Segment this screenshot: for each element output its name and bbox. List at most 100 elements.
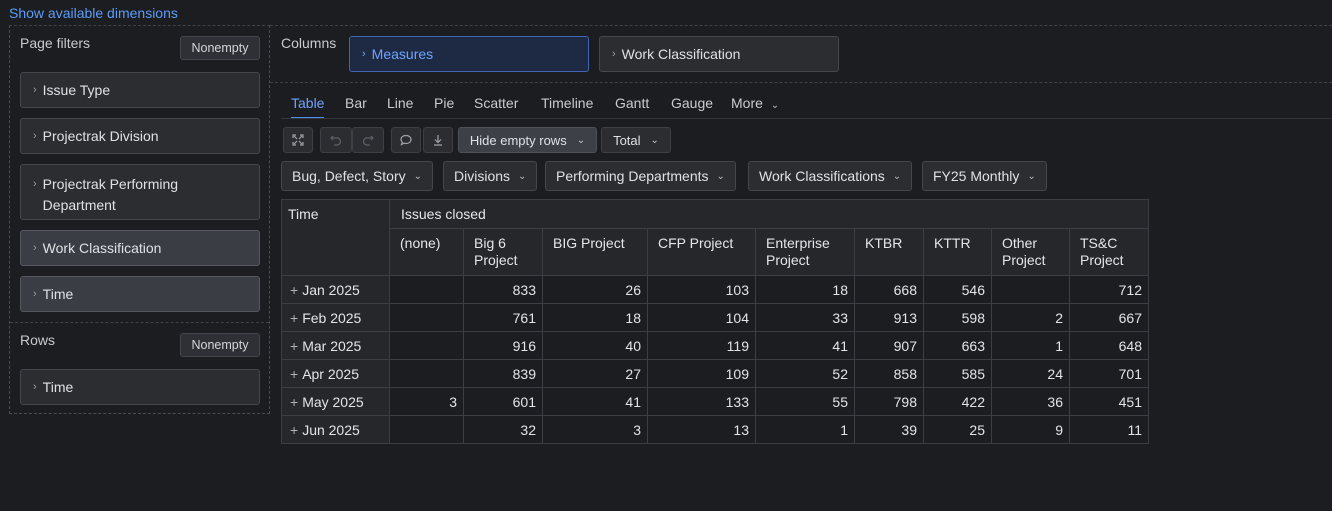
column-header[interactable]: KTTR: [923, 228, 992, 276]
filter-projectrak-division[interactable]: › Projectrak Division: [20, 118, 260, 154]
table-cell[interactable]: 3: [542, 415, 648, 444]
table-cell[interactable]: 33: [755, 303, 855, 332]
row-header[interactable]: + May 2025: [281, 387, 390, 416]
filter-issue-type[interactable]: › Issue Type: [20, 72, 260, 108]
column-header[interactable]: KTBR: [854, 228, 924, 276]
filter-work-classification[interactable]: › Work Classification: [20, 230, 260, 266]
table-cell[interactable]: [389, 331, 464, 360]
fullscreen-button[interactable]: [283, 127, 313, 153]
table-cell[interactable]: [389, 415, 464, 444]
table-cell[interactable]: 40: [542, 331, 648, 360]
tab-timeline[interactable]: Timeline: [541, 95, 593, 117]
hide-empty-rows-dropdown[interactable]: Hide empty rows ⌄: [458, 127, 597, 153]
table-cell[interactable]: [389, 275, 464, 304]
table-cell[interactable]: 798: [854, 387, 924, 416]
table-cell[interactable]: 2: [991, 303, 1070, 332]
tab-gauge[interactable]: Gauge: [671, 95, 713, 117]
tab-scatter[interactable]: Scatter: [474, 95, 518, 117]
table-cell[interactable]: 761: [463, 303, 543, 332]
row-dimension-time[interactable]: › Time: [20, 369, 260, 405]
expand-plus-icon[interactable]: +: [290, 366, 298, 382]
rows-nonempty-button[interactable]: Nonempty: [180, 333, 260, 357]
table-cell[interactable]: 36: [991, 387, 1070, 416]
table-cell[interactable]: 668: [854, 275, 924, 304]
table-cell[interactable]: 839: [463, 359, 543, 388]
row-header[interactable]: + Jun 2025: [281, 415, 390, 444]
table-cell[interactable]: 663: [923, 331, 992, 360]
row-header[interactable]: + Feb 2025: [281, 303, 390, 332]
column-header[interactable]: Other Project: [991, 228, 1070, 276]
table-cell[interactable]: 27: [542, 359, 648, 388]
table-cell[interactable]: 41: [542, 387, 648, 416]
table-cell[interactable]: [389, 359, 464, 388]
table-cell[interactable]: 11: [1069, 415, 1149, 444]
table-cell[interactable]: 109: [647, 359, 756, 388]
table-cell[interactable]: 39: [854, 415, 924, 444]
tab-bar[interactable]: Bar: [345, 95, 367, 117]
table-cell[interactable]: 1: [991, 331, 1070, 360]
table-cell[interactable]: 18: [542, 303, 648, 332]
expand-plus-icon[interactable]: +: [290, 394, 298, 410]
filter-projectrak-performing-department[interactable]: › Projectrak Performing Department: [20, 164, 260, 220]
table-cell[interactable]: [389, 303, 464, 332]
tab-more[interactable]: More ⌄: [731, 95, 779, 117]
table-cell[interactable]: 712: [1069, 275, 1149, 304]
row-header[interactable]: + Jan 2025: [281, 275, 390, 304]
table-cell[interactable]: 119: [647, 331, 756, 360]
fy25-monthly-filter-dropdown[interactable]: FY25 Monthly ⌄: [922, 161, 1047, 191]
table-cell[interactable]: 9: [991, 415, 1070, 444]
measure-header[interactable]: Issues closed: [389, 199, 1149, 229]
table-cell[interactable]: 667: [1069, 303, 1149, 332]
table-cell[interactable]: 25: [923, 415, 992, 444]
column-header[interactable]: BIG Project: [542, 228, 648, 276]
column-measures[interactable]: › Measures: [349, 36, 589, 72]
table-cell[interactable]: 916: [463, 331, 543, 360]
table-cell[interactable]: 585: [923, 359, 992, 388]
table-cell[interactable]: 24: [991, 359, 1070, 388]
row-header[interactable]: + Mar 2025: [281, 331, 390, 360]
tab-pie[interactable]: Pie: [434, 95, 454, 117]
table-cell[interactable]: 3: [389, 387, 464, 416]
column-header[interactable]: Big 6 Project: [463, 228, 543, 276]
performing-departments-filter-dropdown[interactable]: Performing Departments ⌄: [545, 161, 736, 191]
filter-time[interactable]: › Time: [20, 276, 260, 312]
table-cell[interactable]: 1: [755, 415, 855, 444]
table-cell[interactable]: 32: [463, 415, 543, 444]
show-available-dimensions-link[interactable]: Show available dimensions: [9, 5, 178, 21]
work-classifications-filter-dropdown[interactable]: Work Classifications ⌄: [748, 161, 913, 191]
table-cell[interactable]: 104: [647, 303, 756, 332]
table-cell[interactable]: 422: [923, 387, 992, 416]
issue-type-filter-dropdown[interactable]: Bug, Defect, Story ⌄: [281, 161, 433, 191]
table-cell[interactable]: 598: [923, 303, 992, 332]
table-cell[interactable]: 41: [755, 331, 855, 360]
table-cell[interactable]: 103: [647, 275, 756, 304]
table-cell[interactable]: 833: [463, 275, 543, 304]
page-filters-nonempty-button[interactable]: Nonempty: [180, 36, 260, 60]
column-header[interactable]: Enterprise Project: [755, 228, 855, 276]
comment-button[interactable]: [391, 127, 421, 153]
table-cell[interactable]: 18: [755, 275, 855, 304]
column-header[interactable]: (none): [389, 228, 464, 276]
redo-button[interactable]: [352, 127, 384, 153]
column-header[interactable]: TS&C Project: [1069, 228, 1149, 276]
expand-plus-icon[interactable]: +: [290, 422, 298, 438]
table-cell[interactable]: 133: [647, 387, 756, 416]
export-button[interactable]: [423, 127, 453, 153]
column-header[interactable]: CFP Project: [647, 228, 756, 276]
undo-button[interactable]: [320, 127, 352, 153]
table-cell[interactable]: 907: [854, 331, 924, 360]
tab-gantt[interactable]: Gantt: [615, 95, 649, 117]
table-cell[interactable]: 601: [463, 387, 543, 416]
table-cell[interactable]: 451: [1069, 387, 1149, 416]
divisions-filter-dropdown[interactable]: Divisions ⌄: [443, 161, 538, 191]
table-cell[interactable]: [991, 275, 1070, 304]
column-work-classification[interactable]: › Work Classification: [599, 36, 839, 72]
table-cell[interactable]: 858: [854, 359, 924, 388]
table-cell[interactable]: 55: [755, 387, 855, 416]
table-cell[interactable]: 13: [647, 415, 756, 444]
tab-table[interactable]: Table: [291, 95, 325, 119]
table-cell[interactable]: 913: [854, 303, 924, 332]
expand-plus-icon[interactable]: +: [290, 310, 298, 326]
tab-line[interactable]: Line: [387, 95, 413, 117]
table-cell[interactable]: 52: [755, 359, 855, 388]
